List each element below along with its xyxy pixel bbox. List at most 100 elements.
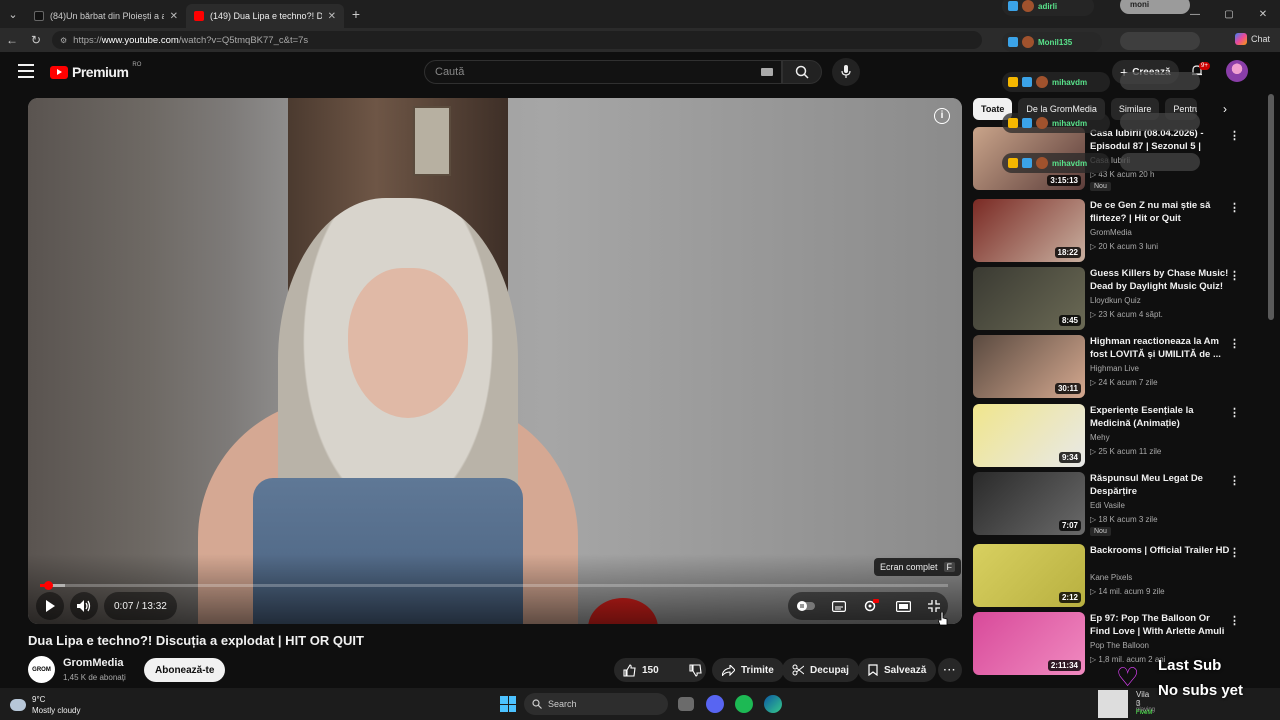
related-video-title[interactable]: Ep 97: Pop The Balloon Or Find Love | Wi… xyxy=(1090,612,1230,638)
overlay-user-row: mihavdm xyxy=(1002,113,1110,133)
subscribe-button[interactable]: Abonează-te xyxy=(144,658,226,682)
overlay-user-row: mihavdm xyxy=(1002,72,1110,92)
video-thumbnail[interactable]: 8:45 xyxy=(973,267,1085,330)
chips-next-chevron-icon[interactable]: › xyxy=(1214,98,1236,120)
taskbar-search[interactable]: Search xyxy=(524,693,668,715)
related-video-item[interactable]: 18:22 De ce Gen Z nu mai știe să flirteze… xyxy=(973,199,1253,265)
subscriber-count: 1,45 K de abonați xyxy=(63,673,126,682)
video-thumbnail[interactable]: 30:11 xyxy=(973,335,1085,398)
more-vertical-icon[interactable]: ⋮ xyxy=(1229,201,1240,214)
no-subs-label: No subs yet xyxy=(1158,682,1244,699)
scrubber-handle[interactable] xyxy=(44,581,53,590)
close-tab-icon[interactable]: ✕ xyxy=(170,11,178,22)
more-vertical-icon[interactable]: ⋮ xyxy=(1229,337,1240,350)
logo-text: Premium xyxy=(72,64,129,80)
related-video-title[interactable]: Experiențe Esențiale la Medicină (Animaț… xyxy=(1090,404,1230,430)
related-channel-name[interactable]: Lloydkun Quiz xyxy=(1090,296,1141,305)
like-button[interactable]: 150 xyxy=(614,658,668,682)
settings-gear-icon[interactable] xyxy=(863,599,879,613)
related-channel-name[interactable]: Edi Vasile xyxy=(1090,501,1125,510)
play-button[interactable] xyxy=(36,592,64,620)
discord-icon[interactable] xyxy=(706,695,724,713)
account-avatar[interactable] xyxy=(1226,60,1248,82)
share-button[interactable]: Trimite xyxy=(712,658,784,682)
overlay-mini-pill xyxy=(1120,72,1200,90)
spotify-icon[interactable] xyxy=(735,695,753,713)
related-video-title[interactable]: Backrooms | Official Trailer HD xyxy=(1090,544,1230,557)
url-text: https://www.youtube.com/watch?v=Q5tmqBK7… xyxy=(73,35,308,46)
channel-name[interactable]: GromMedia xyxy=(63,657,124,669)
dislike-button[interactable] xyxy=(680,658,711,682)
video-player[interactable]: i 0:07 / 13:32 Ecran complet F xyxy=(28,98,962,624)
url-field[interactable]: ⚙ https://www.youtube.com/watch?v=Q5tmqB… xyxy=(52,31,982,49)
video-thumbnail[interactable]: 9:34 xyxy=(973,404,1085,467)
related-video-item[interactable]: 2:12 Backrooms | Official Trailer HD Kane … xyxy=(973,544,1253,610)
more-vertical-icon[interactable]: ⋮ xyxy=(1229,546,1240,559)
copilot-chat-button[interactable]: Chat xyxy=(1234,33,1270,45)
maximize-icon[interactable]: ▢ xyxy=(1212,0,1246,28)
share-label: Trimite xyxy=(741,664,774,676)
page-scrollbar[interactable] xyxy=(1268,94,1274,320)
subtitles-icon[interactable] xyxy=(831,600,846,612)
more-vertical-icon[interactable]: ⋮ xyxy=(1229,406,1240,419)
youtube-logo[interactable]: Premium RO xyxy=(50,62,141,80)
back-arrow-icon[interactable]: ← xyxy=(0,33,24,47)
browser-tab-1[interactable]: (84)Un bărbat din Ploiești a ajuns ✕ xyxy=(26,4,186,28)
keyboard-icon[interactable] xyxy=(761,68,773,76)
related-video-item[interactable]: 30:11 Highman reactioneaza la Am fost LOV… xyxy=(973,335,1253,401)
search-input[interactable] xyxy=(435,66,761,78)
new-tab-plus-icon[interactable]: + xyxy=(344,6,368,22)
edge-browser-icon[interactable] xyxy=(764,695,782,713)
related-channel-name[interactable]: Pop The Balloon xyxy=(1090,641,1149,650)
tiktok-favicon-icon xyxy=(34,11,44,21)
progress-bar[interactable] xyxy=(40,581,948,590)
more-vertical-icon[interactable]: ⋮ xyxy=(1229,474,1240,487)
video-thumbnail[interactable]: 7:07 xyxy=(973,472,1085,535)
related-video-title[interactable]: De ce Gen Z nu mai știe să flirteze? | H… xyxy=(1090,199,1230,225)
related-video-item[interactable]: 7:07 Răspunsul Meu Legat De Despărțire Edi… xyxy=(973,472,1253,538)
related-video-item[interactable]: 8:45 Guess Killers by Chase Music! Dead b… xyxy=(973,267,1253,333)
save-button[interactable]: Salvează xyxy=(858,658,937,682)
reload-icon[interactable]: ↻ xyxy=(24,33,48,47)
video-thumbnail[interactable]: 18:22 xyxy=(973,199,1085,262)
tab-list-chevron-icon[interactable]: ⌄ xyxy=(0,0,26,28)
weather-widget[interactable]: 9°C Mostly cloudy xyxy=(10,694,80,716)
channel-avatar[interactable]: GROM xyxy=(28,656,55,683)
related-video-title[interactable]: Răspunsul Meu Legat De Despărțire xyxy=(1090,472,1230,498)
close-tab-icon[interactable]: ✕ xyxy=(328,11,336,22)
related-video-meta: ▷ 25 K acum 11 zile xyxy=(1090,447,1162,456)
video-thumbnail[interactable]: 2:11:34 xyxy=(973,612,1085,675)
related-channel-name[interactable]: Mehy xyxy=(1090,433,1110,442)
related-video-title[interactable]: Highman reactioneaza la Am fost LOVITĂ ș… xyxy=(1090,335,1230,361)
search-button[interactable] xyxy=(782,60,822,84)
search-box xyxy=(424,60,782,84)
related-channel-name[interactable]: GromMedia xyxy=(1090,228,1132,237)
related-video-meta: ▷ 20 K acum 3 luni xyxy=(1090,242,1158,251)
theater-mode-icon[interactable] xyxy=(895,600,911,612)
duration-badge: 9:34 xyxy=(1058,452,1081,463)
browser-tab-2[interactable]: (149) Dua Lipa e techno?! Discuția ✕ xyxy=(186,4,344,28)
search-icon xyxy=(532,699,542,709)
related-video-title[interactable]: Guess Killers by Chase Music! Dead by Da… xyxy=(1090,267,1230,293)
related-channel-name[interactable]: Highman Live xyxy=(1090,364,1139,373)
site-info-icon[interactable]: ⚙ xyxy=(60,36,67,45)
windows-start-icon[interactable] xyxy=(500,696,516,712)
voice-search-button[interactable] xyxy=(832,58,860,86)
autoplay-toggle-icon[interactable] xyxy=(796,601,815,611)
window-controls: — ▢ ✕ xyxy=(1178,0,1280,28)
video-thumbnail[interactable]: 2:12 xyxy=(973,544,1085,607)
task-view-icon[interactable] xyxy=(678,697,694,711)
more-vertical-icon[interactable]: ⋮ xyxy=(1229,614,1240,627)
volume-button[interactable] xyxy=(70,592,98,620)
info-icon[interactable]: i xyxy=(934,108,950,124)
menu-hamburger-icon[interactable] xyxy=(18,64,34,78)
fullscreen-exit-icon[interactable] xyxy=(927,600,940,612)
related-channel-name[interactable]: Kane Pixels xyxy=(1090,573,1132,582)
clip-button[interactable]: Decupaj xyxy=(782,658,859,682)
related-video-item[interactable]: 9:34 Experiențe Esențiale la Medicină (An… xyxy=(973,404,1253,470)
fullscreen-tooltip: Ecran complet F xyxy=(874,558,962,576)
more-actions-button[interactable]: ··· xyxy=(938,658,962,682)
close-window-icon[interactable]: ✕ xyxy=(1246,0,1280,28)
more-vertical-icon[interactable]: ⋮ xyxy=(1229,129,1240,142)
more-vertical-icon[interactable]: ⋮ xyxy=(1229,269,1240,282)
